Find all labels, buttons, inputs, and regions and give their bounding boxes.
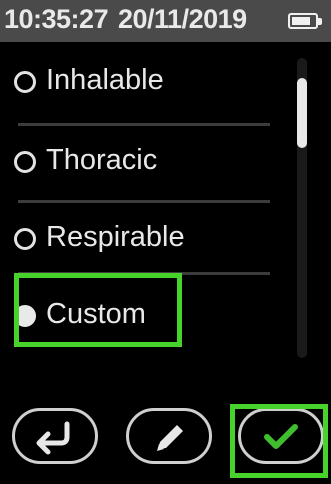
divider: [18, 123, 270, 126]
option-label: Inhalable: [46, 64, 164, 96]
option-respirable[interactable]: Respirable: [0, 205, 280, 271]
device-screen: 10:35:27 20/11/2019 Inhalable Thoracic R…: [0, 0, 331, 484]
highlight-box-confirm: [230, 404, 328, 478]
clock-time: 10:35:27: [4, 4, 109, 34]
edit-button[interactable]: [126, 408, 212, 464]
back-button[interactable]: [12, 408, 98, 464]
scrollbar-thumb[interactable]: [297, 78, 307, 148]
clock-date: 20/11/2019: [118, 4, 247, 34]
radio-unselected-icon: [14, 71, 36, 93]
divider: [18, 200, 270, 203]
option-inhalable[interactable]: Inhalable: [0, 48, 280, 114]
option-thoracic[interactable]: Thoracic: [0, 128, 280, 194]
option-label: Respirable: [46, 221, 185, 253]
status-bar: 10:35:27 20/11/2019: [0, 0, 331, 42]
pencil-icon: [157, 425, 183, 451]
return-arrow-icon: [36, 421, 70, 455]
highlight-box-custom: [14, 273, 182, 347]
radio-unselected-icon: [14, 228, 36, 250]
option-label: Thoracic: [46, 144, 158, 176]
battery-icon: [288, 13, 322, 29]
radio-unselected-icon: [14, 151, 36, 173]
